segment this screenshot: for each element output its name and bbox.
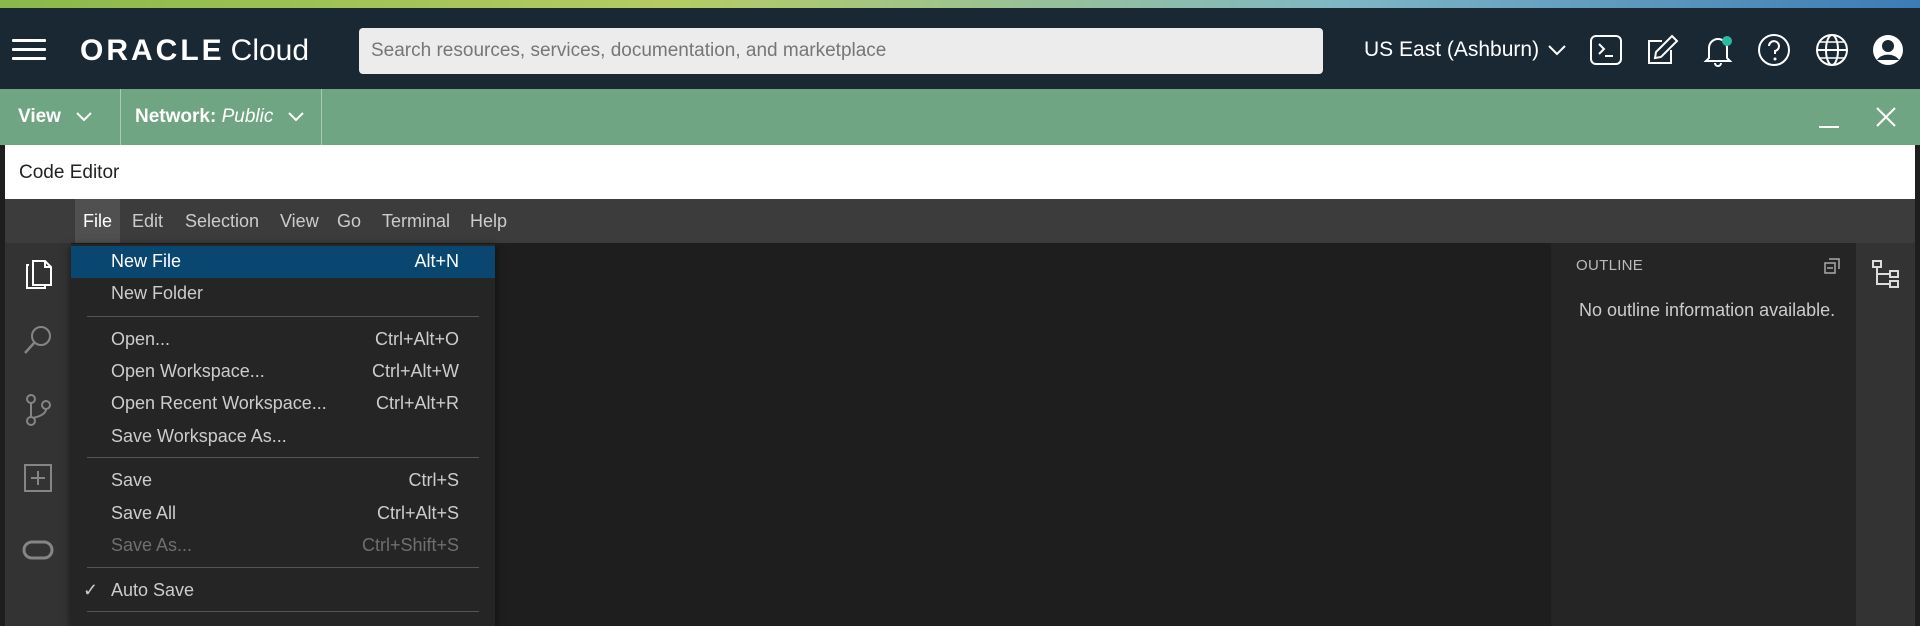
menu-separator (87, 611, 479, 612)
menu-go[interactable]: Go (329, 199, 369, 243)
hamburger-menu-icon[interactable] (12, 39, 46, 61)
toolbar-divider (120, 89, 121, 145)
menu-item-new-folder[interactable]: New Folder (71, 278, 495, 310)
logo-brand: ORACLE (80, 34, 225, 67)
outline-structure-icon[interactable] (1870, 257, 1902, 289)
top-accent-stripe (0, 0, 1920, 8)
right-activity-bar (1856, 243, 1915, 626)
explorer-files-icon[interactable] (21, 255, 55, 289)
menu-selection[interactable]: Selection (177, 199, 267, 243)
menu-edit[interactable]: Edit (124, 199, 171, 243)
minimize-icon[interactable] (1815, 103, 1843, 131)
cloud-shell-icon[interactable] (1588, 32, 1624, 68)
menu-separator (87, 457, 479, 458)
check-icon: ✓ (83, 580, 99, 600)
outline-title: OUTLINE (1576, 257, 1644, 274)
file-menu-dropdown: New File Alt+N New Folder Open... Ctrl+Alt… (71, 244, 495, 626)
menubar: File Edit Selection View Go Terminal Hel… (5, 199, 1915, 243)
network-value: Public (221, 106, 274, 127)
menu-terminal[interactable]: Terminal (374, 199, 458, 243)
extensions-add-icon[interactable] (21, 461, 55, 495)
menu-separator (87, 316, 479, 317)
code-editor-titlebar: Code Editor (5, 145, 1915, 199)
chevron-down-icon (288, 112, 305, 122)
menu-file[interactable]: File (75, 199, 121, 243)
region-selector[interactable]: US East (Ashburn) (1364, 38, 1567, 62)
outline-panel: OUTLINE No outline information available… (1551, 243, 1856, 626)
menu-item-save-all[interactable]: Save All Ctrl+Alt+S (71, 498, 495, 530)
help-icon[interactable] (1756, 32, 1792, 68)
menu-view[interactable]: View (272, 199, 327, 243)
network-dropdown[interactable]: Network: Public (135, 89, 305, 145)
logo-product: Cloud (230, 34, 310, 67)
menu-item-new-file[interactable]: New File Alt+N (71, 246, 495, 278)
menu-item-open-workspace[interactable]: Open Workspace... Ctrl+Alt+W (71, 356, 495, 388)
view-label: View (18, 106, 61, 127)
chevron-down-icon (1548, 45, 1566, 56)
menu-item-save-workspace-as[interactable]: Save Workspace As... (71, 421, 495, 453)
console-header: ORACLECloud US East (Ashburn) (0, 8, 1920, 89)
edit-icon[interactable] (1644, 32, 1680, 68)
outline-empty-message: No outline information available. (1579, 300, 1836, 320)
menu-item-save[interactable]: Save Ctrl+S (71, 465, 495, 497)
chevron-down-icon (76, 112, 92, 122)
search-icon[interactable] (21, 323, 55, 357)
source-control-icon[interactable] (21, 393, 55, 427)
search-input[interactable] (359, 28, 1323, 74)
cloud-shell-toolbar: View Network: Public (0, 89, 1920, 145)
menu-item-save-as: Save As... Ctrl+Shift+S (111, 535, 459, 555)
oracle-cloud-icon[interactable] (21, 533, 55, 567)
menu-help[interactable]: Help (462, 199, 515, 243)
language-globe-icon[interactable] (1814, 32, 1850, 68)
bell-notification-icon[interactable] (1700, 32, 1736, 68)
menu-separator (87, 567, 479, 568)
window-title: Code Editor (19, 162, 120, 183)
activity-bar (5, 243, 71, 626)
menu-item-open[interactable]: Open... Ctrl+Alt+O (71, 324, 495, 356)
menu-item-auto-save[interactable]: ✓ Auto Save (71, 575, 495, 607)
network-label: Network: (135, 106, 217, 127)
menu-item-open-recent-workspace[interactable]: Open Recent Workspace... Ctrl+Alt+R (71, 388, 495, 420)
close-icon[interactable] (1872, 103, 1900, 131)
collapse-all-icon[interactable] (1823, 257, 1841, 275)
view-dropdown[interactable]: View (18, 89, 93, 145)
user-profile-icon[interactable] (1870, 32, 1906, 68)
oracle-cloud-logo[interactable]: ORACLE Cloud (80, 34, 309, 68)
region-label: US East (Ashburn) (1364, 38, 1540, 61)
toolbar-divider (321, 89, 322, 145)
